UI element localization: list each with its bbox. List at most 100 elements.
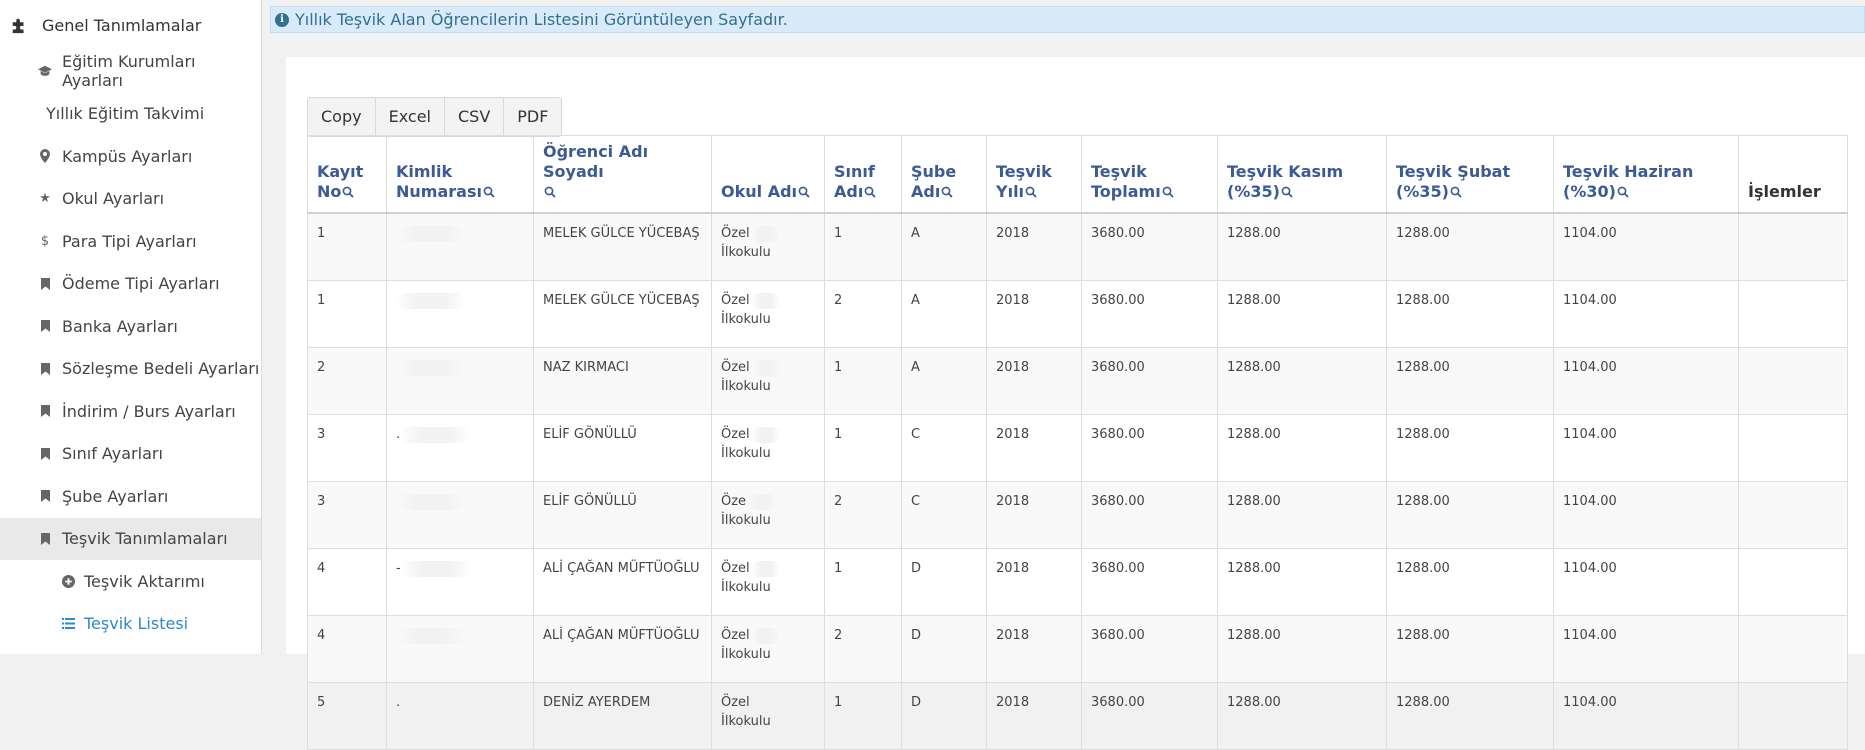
cell-value: ALİ ÇAĞAN MÜFTÜOĞLU xyxy=(543,628,700,643)
cell-tesvik-kasim: 1288.00 xyxy=(1217,615,1387,683)
cell-sinif-adi: 1 xyxy=(824,414,902,482)
sidebar-item-label: Eğitim Kurumları Ayarları xyxy=(61,52,196,91)
cell-value: 2 xyxy=(317,360,326,375)
bookmark-icon xyxy=(36,405,54,418)
dollar-icon: $ xyxy=(40,233,50,249)
column-header-tesvik-haziran[interactable]: Teşvik Haziran (%30) xyxy=(1553,135,1739,214)
puzzle-icon xyxy=(8,16,30,34)
column-header-sinif-adi[interactable]: Sınıf Adı xyxy=(824,135,902,214)
redacted-mark xyxy=(748,493,777,510)
info-alert: i Yıllık Teşvik Alan Öğrencilerin Listes… xyxy=(270,6,1865,33)
school-name-line2: İlkokulu xyxy=(721,513,771,528)
cell-value: 1 xyxy=(834,695,843,710)
tesvik-table: Kayıt No Kimlik Numarası Öğrenci Adı Soyadı O… xyxy=(307,135,1848,750)
school-name-line2: İlkokulu xyxy=(721,714,771,729)
cell-value: 1 xyxy=(834,360,843,375)
cell-sube-adi: C xyxy=(901,481,987,549)
sidebar-header-label: Genel Tanımlamalar xyxy=(42,15,202,35)
cell-value: ELİF GÖNÜLLÜ xyxy=(543,494,637,509)
cell-tesvik-subat: 1288.00 xyxy=(1386,548,1554,616)
cell-value: 2018 xyxy=(996,494,1030,509)
header-line2: İşlemler xyxy=(1748,182,1821,201)
sidebar-item-sinif[interactable]: Sınıf Ayarları xyxy=(0,433,261,476)
redacted-mark xyxy=(751,426,780,443)
cell-kimlik-numarasi: . xyxy=(386,682,534,750)
column-header-tesvik-kasim[interactable]: Teşvik Kasım (%35) xyxy=(1217,135,1387,214)
sidebar-item-tesvik-tanimlamalari[interactable]: Teşvik Tanımlamaları xyxy=(0,517,261,560)
cell-kimlik-numarasi: . xyxy=(386,414,534,482)
sidebar-item-yillik-egitim-takvimi[interactable]: Yıllık Eğitim Takvimi xyxy=(0,93,261,136)
header-line2: (%35) xyxy=(1396,182,1449,201)
sidebar-item-para-tipi[interactable]: $ Para Tipi Ayarları xyxy=(0,220,261,263)
table-row: 2 NAZ KIRMACI Özel İlkokulu 1 A 2018 3680.00 128… xyxy=(307,347,1848,415)
cell-value: 1104.00 xyxy=(1563,360,1617,375)
search-icon xyxy=(1025,186,1037,198)
cell-value: 1288.00 xyxy=(1396,360,1450,375)
sidebar-item-odeme-tipi[interactable]: Ödeme Tipi Ayarları xyxy=(0,263,261,306)
cell-value: 1288.00 xyxy=(1396,427,1450,442)
copy-button[interactable]: Copy xyxy=(308,98,376,136)
search-icon xyxy=(1162,186,1174,198)
header-line2: Yılı xyxy=(996,182,1025,201)
sidebar-subitem-tesvik-aktarimi[interactable]: Teşvik Aktarımı xyxy=(0,560,261,603)
cell-value: 1104.00 xyxy=(1563,561,1617,576)
cell-value: A xyxy=(911,360,920,375)
cell-sinif-adi: 2 xyxy=(824,280,902,348)
redacted-mark xyxy=(751,225,780,242)
search-icon xyxy=(798,186,810,198)
header-line2: (%35) xyxy=(1227,182,1280,201)
cell-value: 2018 xyxy=(996,628,1030,643)
cell-tesvik-yili: 2018 xyxy=(986,414,1082,482)
sidebar-header-genel-tanimlamalar[interactable]: Genel Tanımlamalar xyxy=(0,0,261,50)
sidebar-item-egitim-kurumlari[interactable]: Eğitim Kurumları Ayarları xyxy=(0,50,261,93)
search-icon xyxy=(941,186,953,198)
sidebar-item-banka[interactable]: Banka Ayarları xyxy=(0,305,261,348)
excel-button[interactable]: Excel xyxy=(375,98,445,136)
export-button-group: Copy Excel CSV PDF xyxy=(307,97,563,137)
cell-islemler xyxy=(1738,280,1848,348)
column-header-sube-adi[interactable]: Şube Adı xyxy=(901,135,987,214)
cell-value: 3680.00 xyxy=(1091,226,1145,241)
csv-button[interactable]: CSV xyxy=(444,98,505,136)
redacted-mark xyxy=(396,225,466,242)
column-header-kayit-no[interactable]: Kayıt No xyxy=(307,135,387,214)
cell-tesvik-yili: 2018 xyxy=(986,347,1082,415)
table-row: 3 ELİF GÖNÜLLÜ Öze İlkokulu 2 C 2018 3680.00 128… xyxy=(307,481,1848,549)
column-header-kimlik-numarasi[interactable]: Kimlik Numarası xyxy=(386,135,534,214)
column-header-tesvik-toplami[interactable]: Teşvik Toplamı xyxy=(1081,135,1218,214)
cell-value: 2 xyxy=(834,293,843,308)
column-header-tesvik-yili[interactable]: Teşvik Yılı xyxy=(986,135,1082,214)
cell-value: 1104.00 xyxy=(1563,494,1617,509)
cell-tesvik-yili: 2018 xyxy=(986,212,1082,281)
cell-kimlik-numarasi xyxy=(386,615,534,683)
header-line2: Numarası xyxy=(396,182,482,201)
column-header-islemler: İşlemler xyxy=(1738,135,1848,214)
table-header-row: Kayıt No Kimlik Numarası Öğrenci Adı Soyadı O… xyxy=(307,135,1848,214)
redacted-mark xyxy=(400,560,471,577)
cell-value: D xyxy=(911,561,922,576)
column-header-tesvik-subat[interactable]: Teşvik Şubat (%35) xyxy=(1386,135,1554,214)
cell-value: 1288.00 xyxy=(1227,494,1281,509)
sidebar-item-okul[interactable]: ★ Okul Ayarları xyxy=(0,178,261,221)
sidebar-item-kampus[interactable]: Kampüs Ayarları xyxy=(0,135,261,178)
sidebar-item-indirim-burs[interactable]: İndirim / Burs Ayarları xyxy=(0,390,261,433)
sidebar-item-sube[interactable]: Şube Ayarları xyxy=(0,475,261,518)
school-name-line2: İlkokulu xyxy=(721,245,771,260)
pdf-button[interactable]: PDF xyxy=(504,98,562,136)
bookmark-icon xyxy=(36,362,54,375)
header-line1: Teşvik Şubat xyxy=(1396,162,1511,181)
cell-sinif-adi: 1 xyxy=(824,548,902,616)
sidebar-item-sozlesme-bedeli[interactable]: Sözleşme Bedeli Ayarları xyxy=(0,348,261,391)
column-header-ogrenci-adi-soyadi[interactable]: Öğrenci Adı Soyadı xyxy=(533,135,712,214)
sidebar-subitem-tesvik-listesi[interactable]: Teşvik Listesi xyxy=(0,603,261,646)
cell-value: 3680.00 xyxy=(1091,427,1145,442)
cell-tesvik-toplami: 3680.00 xyxy=(1081,280,1218,348)
column-header-okul-adi[interactable]: Okul Adı xyxy=(711,135,825,214)
cell-value: 1104.00 xyxy=(1563,226,1617,241)
header-line2: No xyxy=(317,182,342,201)
cell-ogrenci-adi-soyadi: NAZ KIRMACI xyxy=(533,347,712,415)
sidebar: Genel Tanımlamalar Eğitim Kurumları Ayar… xyxy=(0,0,262,654)
sidebar-item-label: Banka Ayarları xyxy=(62,316,178,336)
cell-sube-adi: C xyxy=(901,414,987,482)
cell-value: A xyxy=(911,226,920,241)
